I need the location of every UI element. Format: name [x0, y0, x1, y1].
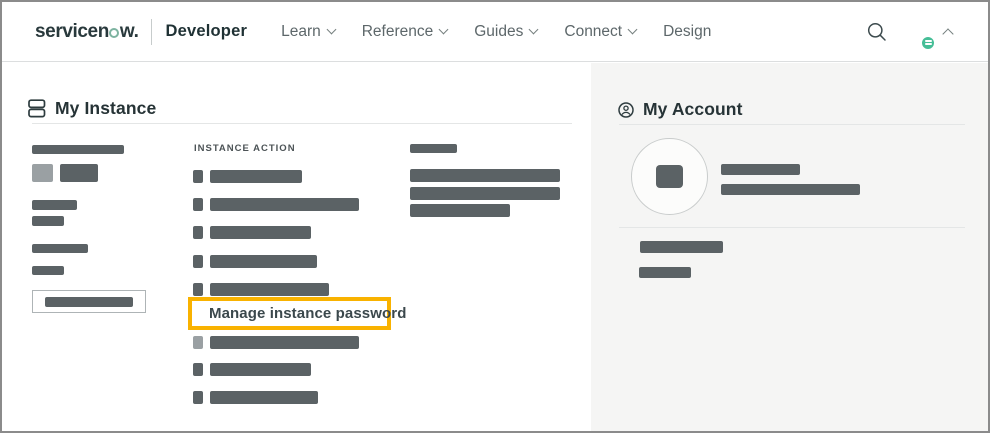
product-name: Developer: [165, 22, 248, 40]
action-icon: [193, 391, 203, 404]
nav-item-reference[interactable]: Reference: [361, 22, 449, 41]
redacted-action-label: [210, 170, 302, 183]
nav-label: Guides: [474, 22, 524, 40]
action-icon: [193, 255, 203, 268]
nav-item-design[interactable]: Design: [663, 23, 711, 41]
chevron-down-icon: [326, 24, 337, 35]
servicenow-logo[interactable]: servicen w. Developer: [35, 18, 248, 45]
instance-action-button[interactable]: [32, 290, 146, 313]
instance-action-item[interactable]: [193, 363, 311, 376]
instance-action-item[interactable]: [193, 198, 359, 211]
redacted-action-label: [210, 391, 318, 404]
redacted-label: [32, 244, 88, 253]
redacted-action-label: [210, 226, 311, 239]
instance-action-item[interactable]: [193, 283, 329, 296]
developer-portal-window: servicen w. Developer Learn Reference Gui…: [0, 0, 990, 433]
chevron-down-icon: [528, 24, 539, 35]
account-avatar[interactable]: [631, 138, 708, 215]
action-icon: [193, 226, 203, 239]
nav-item-guides[interactable]: Guides: [474, 22, 539, 41]
nav-label: Design: [663, 22, 712, 40]
instance-action-item[interactable]: [193, 170, 302, 183]
my-account-header: My Account: [618, 99, 743, 120]
action-icon: [193, 198, 203, 211]
user-avatar[interactable]: [901, 17, 935, 50]
redacted-status-icon: [32, 164, 53, 182]
nav-label: Learn: [281, 22, 321, 40]
redacted-action-label: [210, 363, 311, 376]
instance-action-item[interactable]: [193, 336, 359, 349]
redacted-button-label: [45, 296, 133, 307]
redacted-label: [32, 200, 77, 210]
manage-instance-password-link[interactable]: Manage instance password: [188, 297, 406, 330]
badge-line: [924, 40, 932, 42]
nav-item-connect[interactable]: Connect: [564, 22, 638, 41]
chevron-up-icon[interactable]: [942, 28, 954, 40]
server-stack-icon: [28, 99, 46, 118]
action-icon: [193, 363, 203, 376]
action-icon: [193, 283, 203, 296]
main-nav: Learn Reference Guides Connect Design: [281, 23, 711, 41]
top-navigation-bar: servicen w. Developer Learn Reference Gui…: [2, 2, 988, 62]
redacted-text-line: [410, 204, 510, 217]
logo-o-ring-icon: [109, 28, 120, 38]
nav-label: Reference: [361, 22, 434, 40]
section-divider: [32, 123, 572, 124]
redacted-status-text: [60, 164, 98, 182]
my-account-panel: My Account: [591, 63, 988, 431]
redacted-action-label: [210, 255, 317, 268]
instance-action-heading: INSTANCE ACTION: [194, 143, 296, 154]
redacted-action-label: [210, 198, 359, 211]
redacted-account-name: [721, 164, 800, 175]
wordmark-prefix: servicen: [35, 20, 109, 42]
header-actions: [866, 17, 954, 50]
my-account-title: My Account: [643, 99, 743, 119]
nav-label: Connect: [564, 22, 623, 40]
instance-action-item[interactable]: [193, 255, 317, 268]
person-in-circle-icon: [618, 101, 634, 118]
manage-instance-password-label: Manage instance password: [209, 305, 407, 322]
badge-line: [924, 43, 932, 45]
brand-divider: [151, 18, 153, 45]
redacted-account-value: [639, 267, 691, 278]
servicenow-wordmark: servicen w.: [35, 20, 139, 43]
my-instance-header: My Instance: [28, 98, 156, 119]
redacted-label: [410, 144, 457, 153]
section-divider: [619, 124, 965, 125]
wordmark-suffix: w.: [119, 20, 139, 42]
redacted-account-email: [721, 184, 860, 195]
redacted-avatar-initials: [656, 165, 683, 188]
redacted-value: [32, 216, 64, 226]
redacted-text-line: [410, 187, 560, 200]
redacted-value: [32, 266, 64, 275]
redacted-action-label: [210, 283, 329, 296]
chevron-down-icon: [627, 24, 638, 35]
section-divider: [619, 227, 965, 228]
action-icon: [193, 170, 203, 183]
instance-action-item[interactable]: [193, 226, 311, 239]
redacted-text-line: [410, 169, 560, 182]
redacted-instance-name: [32, 145, 124, 154]
instance-action-item[interactable]: [193, 391, 318, 404]
chevron-down-icon: [438, 24, 449, 35]
search-icon[interactable]: [866, 21, 888, 43]
my-instance-panel: My Instance INSTANCE ACTION Manage insta…: [2, 63, 591, 431]
my-instance-title: My Instance: [55, 98, 157, 118]
action-icon: [193, 336, 203, 349]
nav-item-learn[interactable]: Learn: [281, 22, 337, 41]
redacted-action-label: [210, 336, 359, 349]
instance-status-badge-icon: [921, 35, 935, 50]
redacted-account-label: [640, 241, 723, 253]
